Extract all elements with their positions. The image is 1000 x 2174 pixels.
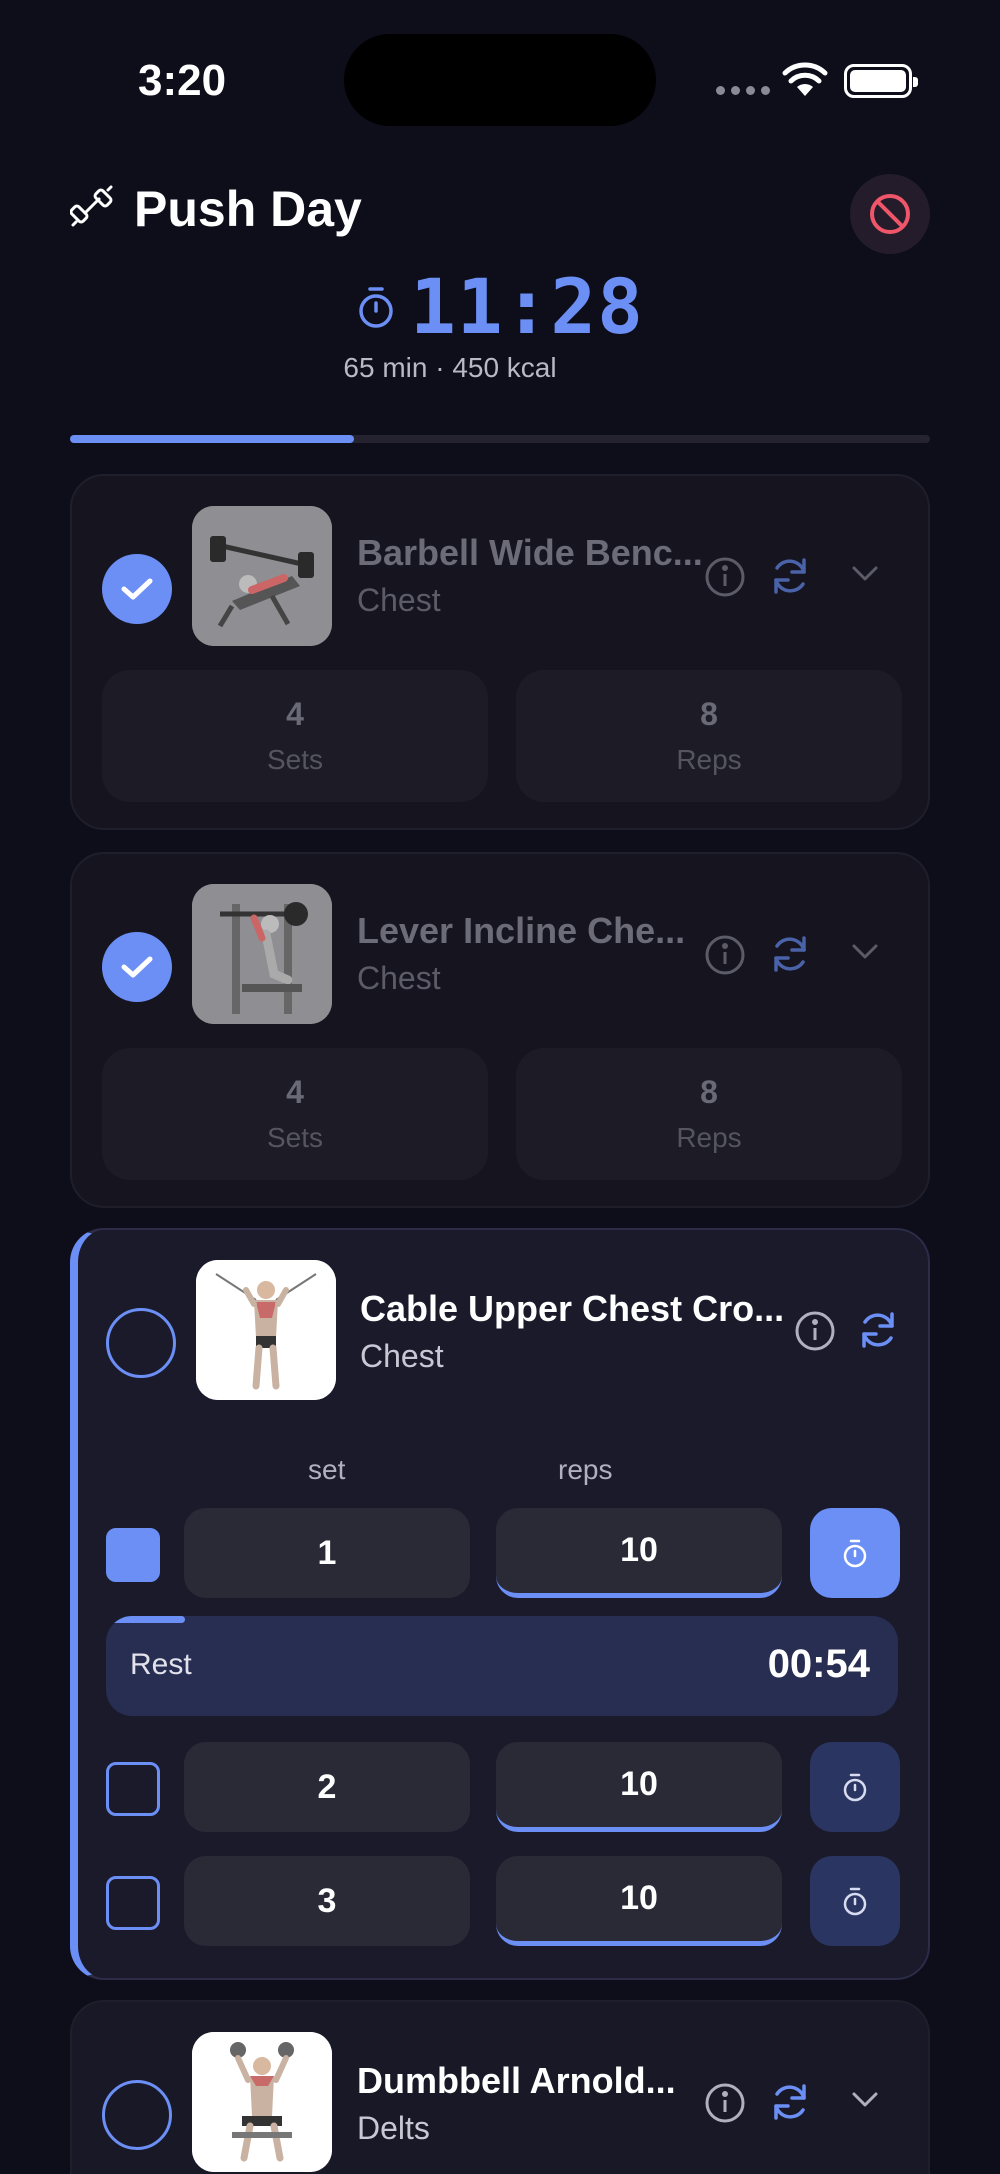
set-number-field[interactable]: 1	[184, 1508, 470, 1598]
exercise-thumbnail	[192, 884, 332, 1024]
dumbbell-icon	[69, 184, 114, 233]
workout-progress-fill	[70, 435, 354, 443]
workout-progress-bar	[70, 435, 930, 443]
checkmark-icon	[121, 956, 153, 978]
sets-value: 4	[286, 1074, 304, 1110]
exercise-name: Barbell Wide Benc...	[357, 532, 703, 573]
sets-stat: 4 Sets	[102, 1048, 488, 1180]
checkmark-icon	[121, 578, 153, 600]
reps-column-header: reps	[558, 1454, 613, 1485]
rest-timer-bar: Rest 00:54	[106, 1616, 898, 1716]
rest-progress-fill	[106, 1616, 186, 1623]
chevron-down-icon[interactable]	[850, 942, 880, 967]
exercise-name: Lever Incline Che...	[357, 910, 686, 951]
sets-value: 4	[286, 696, 304, 732]
signal-dots-icon	[716, 86, 770, 95]
reps-input[interactable]: 10	[496, 1742, 782, 1832]
exercise-muscle: Chest	[360, 1338, 444, 1374]
exercise-muscle: Chest	[357, 960, 441, 996]
workout-summary: 65 min · 450 kcal	[343, 352, 557, 383]
exercise-name: Dumbbell Arnold...	[357, 2060, 676, 2101]
rest-timer-button[interactable]	[810, 1508, 900, 1598]
rest-timer-button[interactable]	[810, 1742, 900, 1832]
swap-exercise-icon[interactable]	[768, 2080, 812, 2129]
stopwatch-icon	[843, 1887, 867, 1916]
reps-label: Reps	[676, 1122, 742, 1153]
set-column-header: set	[308, 1454, 346, 1485]
exercise-thumbnail	[196, 1260, 336, 1400]
block-icon	[870, 194, 910, 234]
set-number-field[interactable]: 3	[184, 1856, 470, 1946]
exercise-complete-checkbox[interactable]	[102, 932, 172, 1002]
set-complete-checkbox[interactable]	[106, 1528, 160, 1582]
exercise-muscle: Delts	[357, 2110, 430, 2146]
swap-exercise-icon[interactable]	[768, 932, 812, 981]
stopwatch-icon	[843, 1773, 867, 1802]
info-icon[interactable]	[704, 556, 746, 603]
set-complete-checkbox[interactable]	[106, 1876, 160, 1930]
stopwatch-icon	[843, 1539, 867, 1568]
wifi-icon	[782, 62, 828, 103]
elapsed-time: 11:28	[410, 262, 644, 351]
reps-stat: 8 Reps	[516, 670, 902, 802]
info-icon[interactable]	[794, 1310, 836, 1357]
sets-stat: 4 Sets	[102, 670, 488, 802]
sets-label: Sets	[266, 744, 324, 775]
exercise-card[interactable]: Lever Incline Che... Chest 4 Sets 8 Reps	[70, 852, 930, 1208]
exercise-card[interactable]: Barbell Wide Benc... Chest 4 Sets 8 Reps	[70, 474, 930, 830]
reps-value: 8	[700, 696, 718, 732]
exercise-complete-checkbox[interactable]	[102, 554, 172, 624]
rest-label: Rest	[130, 1648, 192, 1681]
active-exercise-card[interactable]: Cable Upper Chest Cro... Chest set reps …	[70, 1228, 930, 1980]
info-icon[interactable]	[704, 934, 746, 981]
chevron-down-icon[interactable]	[850, 2090, 880, 2115]
battery-icon	[844, 64, 918, 98]
set-complete-checkbox[interactable]	[106, 1762, 160, 1816]
rest-timer-button[interactable]	[810, 1856, 900, 1946]
reps-input[interactable]: 10	[496, 1508, 782, 1598]
status-time: 3:20	[138, 56, 227, 105]
reps-label: Reps	[676, 744, 742, 775]
exercise-thumbnail	[192, 2032, 332, 2172]
dynamic-island	[344, 34, 656, 126]
exercise-muscle: Chest	[357, 582, 441, 618]
stopwatch-icon	[359, 286, 393, 328]
reps-value: 8	[700, 1074, 718, 1110]
reps-input[interactable]: 10	[496, 1856, 782, 1946]
set-number-field[interactable]: 2	[184, 1742, 470, 1832]
exercise-name: Cable Upper Chest Cro...	[360, 1288, 785, 1329]
exercise-thumbnail	[192, 506, 332, 646]
reps-stat: 8 Reps	[516, 1048, 902, 1180]
exercise-complete-checkbox[interactable]	[106, 1308, 176, 1378]
sets-label: Sets	[266, 1122, 324, 1153]
exercise-card[interactable]: Dumbbell Arnold... Delts	[70, 2000, 930, 2174]
rest-countdown: 00:54	[767, 1642, 870, 1686]
chevron-down-icon[interactable]	[850, 564, 880, 589]
swap-exercise-icon[interactable]	[768, 554, 812, 603]
page-title: Push Day	[134, 181, 362, 237]
workout-timer: 11:28	[0, 262, 1000, 351]
exercise-complete-checkbox[interactable]	[102, 2080, 172, 2150]
swap-exercise-icon[interactable]	[856, 1308, 900, 1357]
info-icon[interactable]	[704, 2082, 746, 2129]
end-workout-button[interactable]	[850, 174, 930, 254]
